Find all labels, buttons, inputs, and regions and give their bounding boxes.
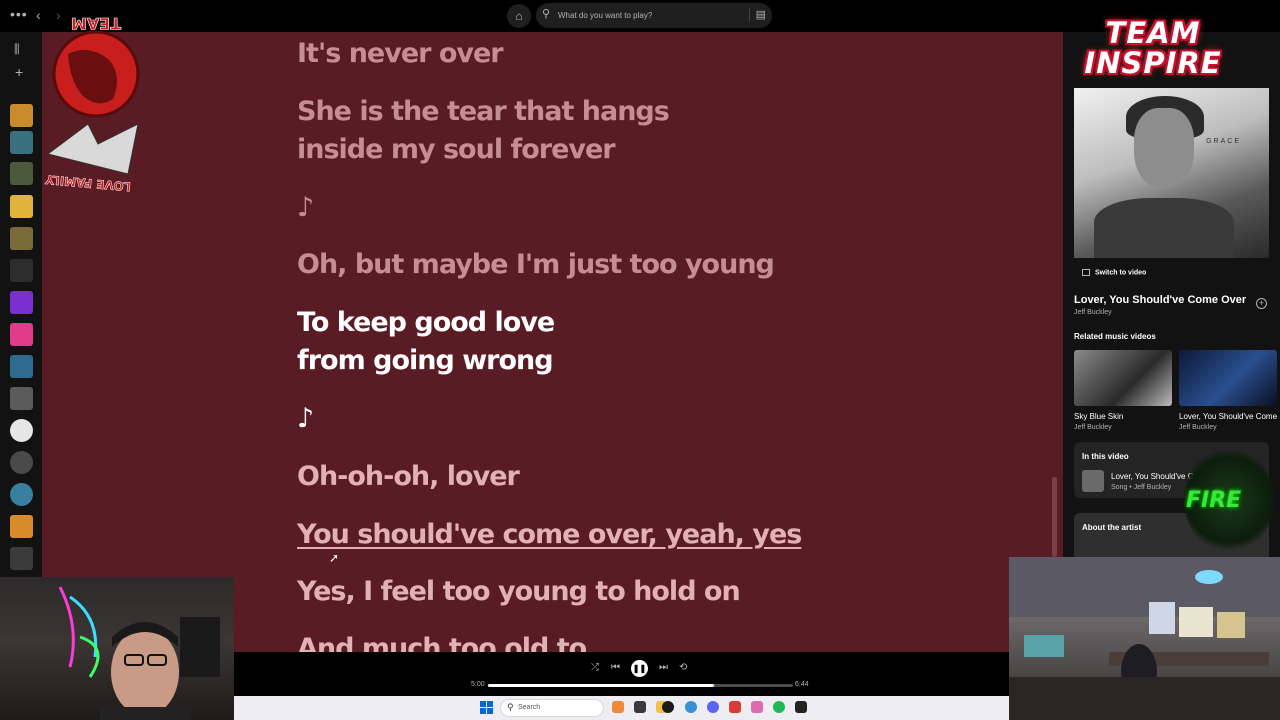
spotify-taskbar-icon[interactable] xyxy=(773,701,785,713)
webcam-room-scene xyxy=(1009,557,1280,720)
about-artist-heading: About the artist xyxy=(1082,523,1142,532)
search-input[interactable] xyxy=(558,7,738,23)
fire-badge-text: FIRE xyxy=(1186,488,1242,513)
related-video-artist[interactable]: Jeff Buckley xyxy=(1074,424,1172,431)
library-item[interactable] xyxy=(10,259,33,282)
taskbar-search-label: Search xyxy=(518,704,541,711)
playback-bar: ⤮ ⏮ ❚❚ ⏭ ⟲ 5:00 6:44 xyxy=(234,652,1009,696)
webcam-feed-room xyxy=(1009,557,1280,720)
switch-to-video-label: Switch to video xyxy=(1095,269,1147,277)
library-item[interactable] xyxy=(10,515,33,538)
team-inspire-banner-text: TEAM INSPIRE xyxy=(1084,16,1222,80)
video-icon xyxy=(1082,269,1090,276)
pause-button[interactable]: ❚❚ xyxy=(631,660,648,677)
related-video-thumbnail[interactable] xyxy=(1179,350,1277,406)
in-this-video-heading: In this video xyxy=(1082,452,1129,461)
add-to-library-icon[interactable]: + xyxy=(1256,298,1267,309)
library-item[interactable] xyxy=(10,451,33,474)
lyric-note: ♪ xyxy=(297,403,314,434)
album-cover: GRACE xyxy=(1074,88,1269,258)
progress-fill xyxy=(488,684,714,687)
taskbar-app-icon[interactable] xyxy=(795,701,807,713)
related-video-artist[interactable]: Jeff Buckley xyxy=(1179,424,1277,431)
duration-time: 6:44 xyxy=(795,681,809,688)
library-item[interactable] xyxy=(10,419,33,442)
lyric-line[interactable]: Oh, but maybe I'm just too young xyxy=(297,246,775,284)
taskbar-search[interactable]: ⚲ Search xyxy=(500,699,604,717)
search-icon: ⚲ xyxy=(507,702,514,712)
taskbar-app-icon[interactable] xyxy=(634,701,646,713)
team-inspire-banner-logo: TEAM INSPIRE xyxy=(1028,4,1278,92)
track-title[interactable]: Lover, You Should've Come Over xyxy=(1074,294,1254,306)
svg-text:TEAM: TEAM xyxy=(71,14,121,33)
lyric-line-hovered[interactable]: You should've come over, yeah, yes xyxy=(297,516,802,554)
progress-bar[interactable] xyxy=(488,684,793,687)
track-artist[interactable]: Jeff Buckley xyxy=(1074,309,1112,316)
related-video-title[interactable]: Lover, You Should've Come Over xyxy=(1179,412,1277,421)
home-button[interactable]: ⌂ xyxy=(507,4,531,28)
taskbar-app-icon[interactable] xyxy=(751,701,763,713)
lyric-line-current[interactable]: To keep good love from going wrong xyxy=(297,304,555,380)
cover-title: GRACE xyxy=(1206,138,1241,145)
webcam-scene xyxy=(58,586,220,720)
lyric-line[interactable]: Oh-oh-oh, lover xyxy=(297,458,520,496)
library-item[interactable] xyxy=(10,291,33,314)
browse-icon[interactable]: ▤ xyxy=(748,8,766,21)
related-video-card[interactable]: Sky Blue Skin Jeff Buckley xyxy=(1074,350,1172,431)
lyric-line[interactable]: She is the tear that hangs inside my sou… xyxy=(297,93,670,169)
cover-jacket xyxy=(1094,198,1234,258)
library-item[interactable] xyxy=(10,483,33,506)
lyric-line[interactable]: It's never over xyxy=(297,35,504,73)
shuffle-icon[interactable]: ⤮ xyxy=(591,662,599,673)
elapsed-time: 5:00 xyxy=(471,681,485,688)
in-this-video-thumbnail[interactable] xyxy=(1082,470,1104,492)
taskbar-app-icon[interactable] xyxy=(662,701,674,713)
related-video-card[interactable]: Lover, You Should've Come Over Jeff Buck… xyxy=(1179,350,1277,431)
webcam-feed-streamer xyxy=(0,577,234,720)
add-icon[interactable]: + xyxy=(15,64,23,80)
taskbar-app-icon[interactable] xyxy=(707,701,719,713)
taskbar-app-icon[interactable] xyxy=(685,701,697,713)
library-item[interactable] xyxy=(10,355,33,378)
related-video-thumbnail[interactable] xyxy=(1074,350,1172,406)
lyrics-scrollbar[interactable] xyxy=(1052,477,1057,557)
related-videos-heading: Related music videos xyxy=(1074,332,1156,341)
in-this-video-subtitle: Song • Jeff Buckley xyxy=(1111,484,1172,491)
lyrics-view: It's never over She is the tear that han… xyxy=(42,32,1063,652)
related-video-title[interactable]: Sky Blue Skin xyxy=(1074,412,1172,421)
lyric-line[interactable]: And much too old to xyxy=(297,630,587,652)
library-item[interactable] xyxy=(10,547,33,570)
search-icon: ⚲ xyxy=(542,8,551,20)
repeat-icon[interactable]: ⟲ xyxy=(679,662,687,673)
previous-icon[interactable]: ⏮ xyxy=(611,662,620,673)
search-bar[interactable]: ⚲ ▤ xyxy=(536,3,772,28)
svg-text:LOVE FAMILY: LOVE FAMILY xyxy=(44,172,131,193)
mouse-cursor-icon: ➚ xyxy=(329,551,340,565)
lyric-line[interactable]: Yes, I feel too young to hold on xyxy=(297,573,741,611)
windows-start-icon[interactable] xyxy=(480,701,493,714)
more-menu-icon[interactable]: ••• xyxy=(10,6,28,22)
next-icon[interactable]: ⏭ xyxy=(659,662,668,673)
lyric-note: ♪ xyxy=(297,192,314,223)
team-inspire-globe-logo: TEAM LOVE FAMILY xyxy=(44,14,140,194)
cover-face xyxy=(1134,108,1194,188)
os-taskbar: ⚲ Search xyxy=(234,696,1009,720)
taskbar-app-icon[interactable] xyxy=(729,701,741,713)
taskbar-app-icon[interactable] xyxy=(612,701,624,713)
library-item[interactable] xyxy=(10,387,33,410)
fire-badge-logo: FIRE xyxy=(1184,446,1274,554)
library-item[interactable] xyxy=(10,227,33,250)
library-item[interactable] xyxy=(10,323,33,346)
switch-to-video-button[interactable]: Switch to video xyxy=(1082,269,1146,276)
library-icon[interactable]: ⫼ xyxy=(14,42,20,57)
